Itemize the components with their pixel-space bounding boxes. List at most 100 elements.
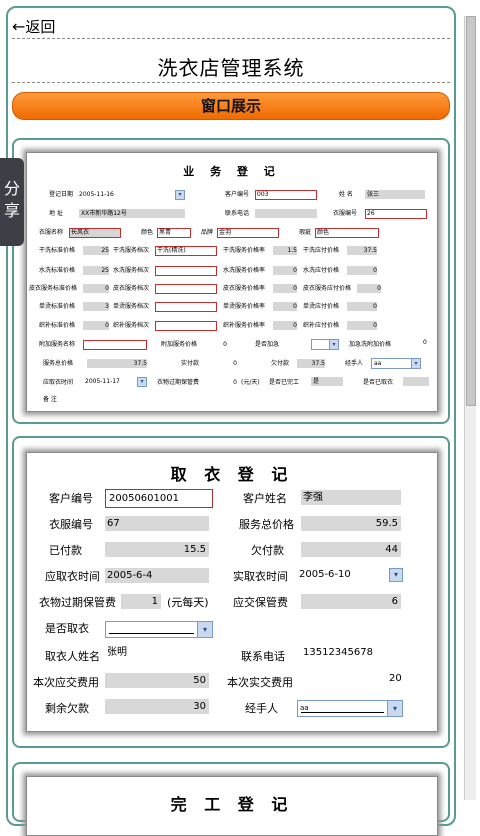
handler-select[interactable]: aa ▾ (371, 358, 421, 369)
taken-field[interactable] (403, 377, 429, 386)
label: 颜色 (141, 229, 154, 236)
iron-std-value[interactable]: 3 (83, 302, 109, 311)
actual-pay-value[interactable]: 20 (389, 671, 402, 686)
calendar-dropdown-icon[interactable]: ▾ (389, 568, 403, 582)
label: 应取衣时间 (45, 570, 100, 583)
label: 干洗标准价格 (39, 247, 76, 254)
screenshot-panel-business-registration: 业 务 登 记 登记日期 2005-11-16 ▾ 客户编号 003 姓 名 张… (12, 138, 450, 424)
total-value[interactable]: 37.5 (87, 359, 147, 368)
wet-std-value[interactable]: 25 (83, 266, 109, 275)
address-field[interactable]: XX市新华路12号 (79, 209, 185, 218)
label: 单烫标准价格 (39, 303, 76, 310)
label: 是否取衣 (45, 622, 89, 635)
iron-pay-value[interactable]: 0 (347, 302, 377, 311)
cust-no-field[interactable]: 20050601001 (105, 489, 213, 508)
label: 皮衣服务标准价格 (29, 285, 78, 292)
form-title: 完 工 登 记 (170, 795, 294, 814)
calendar-dropdown-icon[interactable]: ▾ (175, 190, 185, 200)
name-field[interactable]: 张三 (365, 190, 425, 199)
balance-value[interactable]: 30 (105, 699, 209, 714)
label: (元每天) (167, 596, 209, 609)
label: 已付款 (49, 544, 82, 557)
phone-value[interactable]: 13512345678 (303, 645, 373, 660)
extra-price-value[interactable]: 0 (203, 340, 227, 349)
scrollbar[interactable] (464, 16, 476, 800)
total-value[interactable]: 59.5 (301, 516, 401, 531)
paid-value[interactable]: 15.5 (105, 542, 209, 557)
picker-value[interactable]: 张明 (107, 645, 127, 660)
owed-value[interactable]: 37.5 (297, 359, 325, 368)
cloth-no-field[interactable]: 26 (365, 209, 427, 219)
paid-value[interactable]: 0 (213, 359, 237, 368)
due-time-field[interactable]: 2005-6-4 (105, 568, 209, 583)
label: 水洗服务档次 (113, 267, 150, 274)
leather-rate-value[interactable]: 0 (273, 284, 297, 293)
label: 客户编号 (49, 492, 93, 505)
brand-field[interactable]: 金羽 (217, 228, 279, 238)
cust-no-field[interactable]: 003 (255, 190, 317, 200)
divider (12, 82, 450, 83)
label: (元/天) (241, 379, 260, 386)
label: 织补标准价格 (39, 322, 76, 329)
urgent-extra-value[interactable]: 0 (423, 339, 427, 347)
color-field[interactable]: 黑青 (157, 228, 191, 238)
leather-pay-value[interactable]: 0 (357, 284, 381, 293)
screenshot-panel-pickup-registration: 取 衣 登 记 客户编号 20050601001 客户姓名 李强 衣服编号 67… (12, 436, 450, 748)
label: 应交保管费 (233, 596, 288, 609)
finished-field[interactable]: 是 (311, 377, 343, 386)
label: 本次应交费用 (33, 676, 99, 689)
completion-registration-form: 完 工 登 记 (26, 776, 438, 836)
taken-select[interactable]: ▾ (105, 621, 213, 638)
label: 是否已完工 (269, 379, 300, 386)
handler-select[interactable]: aa ▾ (297, 700, 403, 717)
leather-grade-field[interactable] (155, 284, 217, 294)
wet-pay-value[interactable]: 0 (347, 266, 377, 275)
extra-name-field[interactable] (83, 340, 147, 350)
dry-rate-value[interactable]: 1.5 (273, 246, 297, 255)
label: 服务总价格 (239, 518, 294, 531)
dry-grade-field[interactable]: 干洗(精洗) (155, 246, 217, 256)
cust-name-field[interactable]: 李强 (301, 490, 401, 505)
back-label: 返回 (25, 18, 56, 36)
payable-value[interactable]: 50 (105, 673, 209, 688)
label: 织补服务档次 (113, 322, 150, 329)
label: 干洗服务档次 (113, 247, 150, 254)
calendar-dropdown-icon[interactable]: ▾ (137, 377, 147, 387)
label: 水洗服务价格率 (223, 267, 266, 274)
label: 实取衣时间 (233, 570, 288, 583)
dry-std-value[interactable]: 25 (83, 246, 109, 255)
urgent-select[interactable]: ▾ (311, 339, 339, 350)
iron-rate-value[interactable]: 0 (273, 302, 297, 311)
business-registration-form: 业 务 登 记 登记日期 2005-11-16 ▾ 客户编号 003 姓 名 张… (26, 152, 438, 412)
cloth-no-field[interactable]: 67 (105, 516, 209, 531)
cloth-name-field[interactable]: 长风衣 (69, 228, 121, 238)
back-link[interactable]: ←返回 (12, 16, 55, 37)
storage-due-value[interactable]: 6 (301, 594, 401, 609)
wet-rate-value[interactable]: 0 (273, 266, 297, 275)
iron-grade-field[interactable] (155, 302, 217, 312)
share-tab[interactable]: 分享 (0, 158, 24, 246)
storage-fee-value[interactable]: 0 (223, 378, 237, 387)
window-showcase-banner[interactable]: 窗口展示 (12, 92, 450, 120)
weave-rate-value[interactable]: 0 (273, 321, 297, 330)
wet-grade-field[interactable] (155, 266, 217, 276)
pickup-time-value[interactable]: 2005-11-17 (85, 378, 120, 386)
label: 附加服务价格 (161, 341, 198, 348)
leather-std-value[interactable]: 0 (83, 284, 109, 293)
owed-value[interactable]: 44 (301, 542, 401, 557)
weave-std-value[interactable]: 0 (83, 321, 109, 330)
label: 衣物过期保管费 (39, 596, 116, 609)
storage-fee-value[interactable]: 1 (121, 594, 161, 609)
actual-time-value[interactable]: 2005-6-10 (299, 567, 351, 582)
label: 衣服编号 (49, 518, 93, 531)
divider (12, 38, 450, 39)
scrollbar-thumb[interactable] (466, 16, 476, 406)
weave-grade-field[interactable] (155, 321, 217, 331)
defect-field[interactable]: 颜色 (315, 228, 379, 238)
label: 干洗应付价格 (303, 247, 340, 254)
weave-pay-value[interactable]: 0 (347, 321, 377, 330)
phone-field[interactable] (255, 209, 317, 218)
dry-pay-value[interactable]: 37.5 (347, 246, 377, 255)
label: 实付款 (181, 360, 200, 367)
label: 皮衣服务应付价格 (303, 285, 352, 292)
